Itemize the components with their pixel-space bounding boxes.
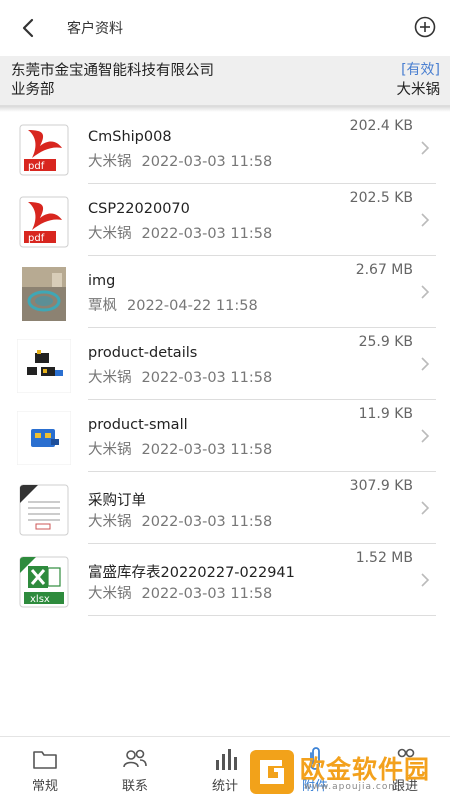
list-item[interactable]: pdf CSP22020070 大米锅 2022-03-03 11:58 202.…: [0, 184, 450, 256]
list-item[interactable]: xlsx 富盛库存表20220227-022941 大米锅 2022-03-03 …: [0, 544, 450, 616]
file-size: 25.9 KB: [358, 334, 413, 350]
xlsx-icon: xlsx: [17, 555, 71, 609]
chevron-right-icon: [421, 285, 430, 299]
file-name: CmShip008: [88, 129, 172, 145]
file-size: 202.5 KB: [349, 190, 413, 206]
file-uploader: 大米锅: [88, 442, 132, 458]
file-name: img: [88, 273, 116, 289]
folder-icon: [33, 751, 57, 769]
file-size: 2.67 MB: [355, 262, 413, 278]
product-thumbnail: [17, 339, 71, 393]
top-bar: 客户资料: [0, 0, 450, 56]
bar-chart-icon: [216, 749, 237, 770]
file-date: 2022-03-03 11:58: [141, 154, 273, 170]
file-size: 11.9 KB: [358, 406, 413, 422]
file-name: CSP22020070: [88, 201, 190, 217]
file-uploader: 覃枫: [88, 298, 117, 314]
file-uploader: 大米锅: [88, 586, 132, 602]
tab-label: 联系: [121, 779, 148, 794]
file-date: 2022-04-22 11:58: [127, 298, 258, 314]
tab-general[interactable]: 常规: [0, 737, 90, 800]
watermark-logo: 欧金软件园 www.apoujia.com: [250, 748, 446, 798]
file-meta: 大米锅 2022-03-03 11:58: [88, 150, 272, 171]
file-meta: 大米锅 2022-03-03 11:58: [88, 366, 272, 387]
file-meta: 大米锅 2022-03-03 11:58: [88, 582, 272, 603]
file-uploader: 大米锅: [88, 370, 132, 386]
file-size: 1.52 MB: [355, 550, 413, 566]
watermark-url: www.apoujia.com: [304, 782, 399, 792]
list-item[interactable]: img 覃枫 2022-04-22 11:58 2.67 MB: [0, 256, 450, 328]
file-date: 2022-03-03 11:58: [141, 442, 273, 458]
photo-thumbnail: [17, 267, 71, 321]
pdf-icon: pdf: [17, 195, 71, 249]
list-item[interactable]: 采购订单 大米锅 2022-03-03 11:58 307.9 KB: [0, 472, 450, 544]
file-name: product-details: [88, 345, 198, 361]
attachment-list: pdf CmShip008 大米锅 2022-03-03 11:58 202.4 …: [0, 112, 450, 616]
chevron-right-icon: [421, 429, 430, 443]
file-uploader: 大米锅: [88, 154, 132, 170]
chevron-right-icon: [421, 501, 430, 515]
chevron-right-icon: [421, 573, 430, 587]
back-button[interactable]: [14, 14, 42, 42]
tab-contacts[interactable]: 联系: [90, 737, 180, 800]
chevron-right-icon: [421, 141, 430, 155]
watermark-text: 欧金软件园: [300, 755, 431, 784]
file-meta: 大米锅 2022-03-03 11:58: [88, 510, 272, 531]
svg-text:pdf: pdf: [28, 233, 45, 244]
svg-text:xlsx: xlsx: [30, 594, 50, 605]
file-date: 2022-03-03 11:58: [141, 514, 273, 530]
document-icon: [17, 483, 71, 537]
file-uploader: 大米锅: [88, 514, 132, 530]
list-item[interactable]: pdf CmShip008 大米锅 2022-03-03 11:58 202.4 …: [0, 112, 450, 184]
file-meta: 覃枫 2022-04-22 11:58: [88, 294, 258, 315]
chevron-left-icon: [22, 18, 34, 38]
page-title: 客户资料: [67, 21, 123, 37]
product-thumbnail: [17, 411, 71, 465]
file-meta: 大米锅 2022-03-03 11:58: [88, 438, 272, 459]
chevron-right-icon: [421, 213, 430, 227]
app-screen: 客户资料 东莞市金宝通智能科技有限公司 [有效] 业务部 大米锅 pdf CmS…: [0, 0, 450, 800]
department-name: 业务部: [11, 82, 55, 98]
svg-text:pdf: pdf: [28, 161, 45, 172]
file-date: 2022-03-03 11:58: [141, 370, 273, 386]
file-date: 2022-03-03 11:58: [141, 226, 273, 242]
file-name: product-small: [88, 417, 188, 433]
company-name: 东莞市金宝通智能科技有限公司: [11, 63, 214, 79]
tab-label: 统计: [211, 779, 238, 794]
contacts-icon: [123, 749, 147, 768]
file-date: 2022-03-03 11:58: [141, 586, 273, 602]
tab-label: 常规: [31, 779, 58, 794]
file-meta: 大米锅 2022-03-03 11:58: [88, 222, 272, 243]
customer-info-bar: 东莞市金宝通智能科技有限公司 [有效] 业务部 大米锅: [0, 56, 450, 106]
file-size: 307.9 KB: [349, 478, 413, 494]
watermark-badge: [250, 750, 294, 794]
owner-name: 大米锅: [396, 82, 441, 98]
chevron-right-icon: [421, 357, 430, 371]
list-item[interactable]: product-details 大米锅 2022-03-03 11:58 25.9…: [0, 328, 450, 400]
file-uploader: 大米锅: [88, 226, 132, 242]
watermark-glyph: [260, 760, 284, 784]
status-badge: [有效]: [401, 62, 440, 78]
list-item[interactable]: product-small 大米锅 2022-03-03 11:58 11.9 K…: [0, 400, 450, 472]
pdf-icon: pdf: [17, 123, 71, 177]
file-name: 采购订单: [88, 493, 146, 509]
file-size: 202.4 KB: [349, 118, 413, 134]
file-name: 富盛库存表20220227-022941: [88, 565, 295, 581]
add-circle-icon[interactable]: [414, 16, 436, 38]
